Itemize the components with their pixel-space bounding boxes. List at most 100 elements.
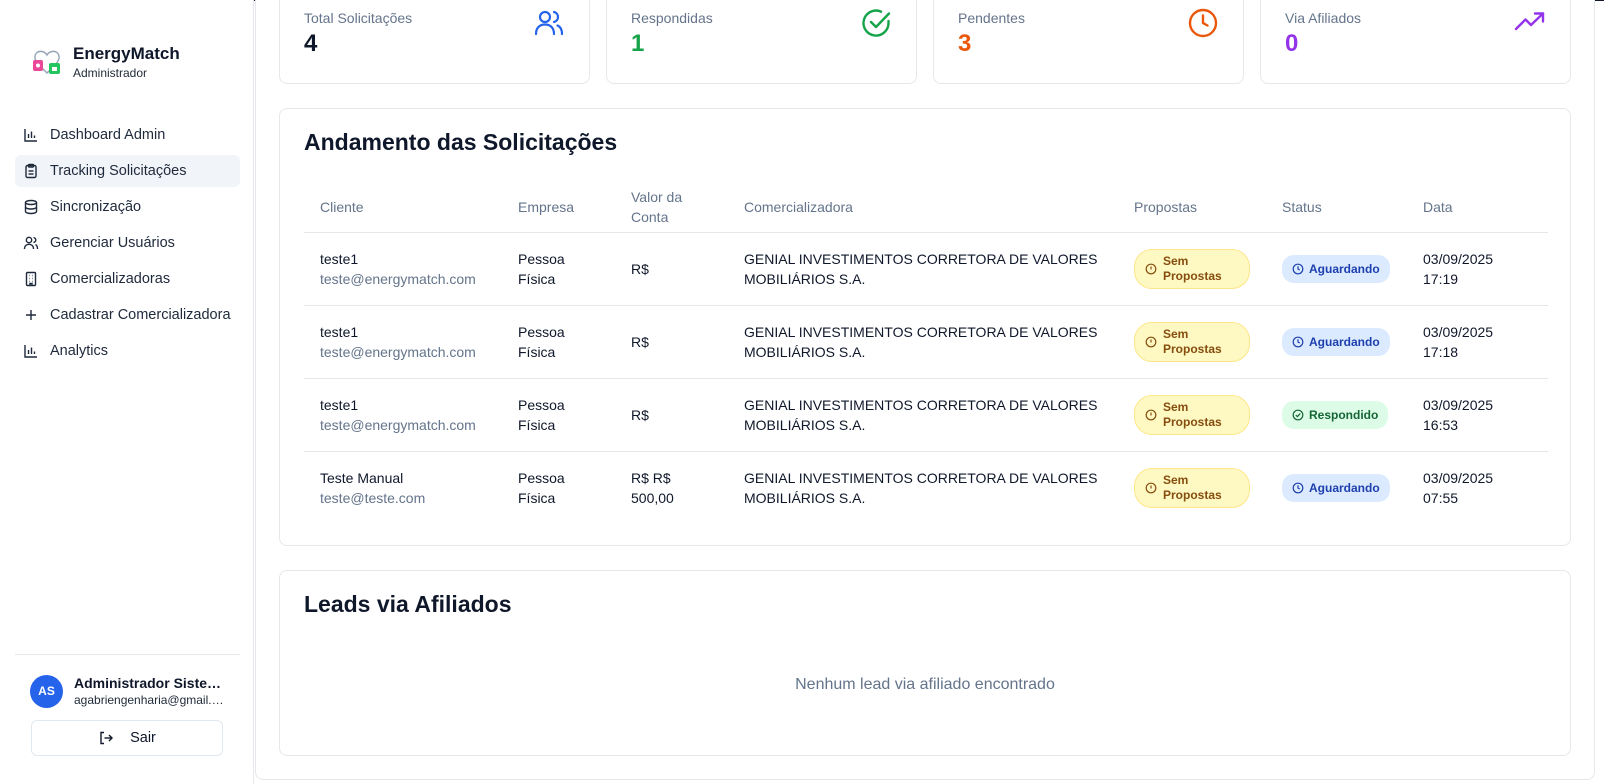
propostas-label: Sem Propostas: [1163, 472, 1222, 502]
status-label: Aguardando: [1309, 480, 1380, 495]
status-label: Respondido: [1309, 407, 1379, 422]
sidebar-item-comercializadoras[interactable]: Comercializadoras: [15, 263, 240, 295]
cell-cliente: teste1 teste@energymatch.com: [304, 232, 502, 306]
client-name: Teste Manual: [320, 469, 404, 486]
trending-up-icon: [1514, 12, 1545, 31]
sidebar-item-label: Cadastrar Comercializadora: [50, 307, 231, 323]
cell-comercializadora: GENIAL INVESTIMENTOS CORRETORA DE VALORE…: [728, 305, 1118, 379]
sidebar-item-label: Tracking Solicitações: [50, 163, 187, 179]
cell-empresa: Pessoa Física: [502, 305, 615, 379]
cell-data: 03/09/2025 07:55: [1407, 451, 1548, 524]
cell-valor: R$ R$ 500,00: [631, 469, 674, 506]
clock-icon: [1188, 8, 1218, 38]
table-row[interactable]: Teste Manual teste@teste.com Pessoa Físi…: [304, 451, 1548, 524]
cell-empresa: Pessoa Física: [502, 378, 615, 452]
propostas-badge: Sem Propostas: [1134, 467, 1250, 508]
sidebar-item-label: Analytics: [50, 343, 109, 359]
date-value: 03/09/2025: [1423, 396, 1494, 413]
cell-comercializadora: GENIAL INVESTIMENTOS CORRETORA DE VALORE…: [744, 469, 1098, 506]
column-header[interactable]: Empresa: [502, 182, 615, 233]
cell-comercializadora: GENIAL INVESTIMENTOS CORRETORA DE VALORE…: [728, 378, 1118, 452]
sidebar-item-dashboard-admin[interactable]: Dashboard Admin: [15, 119, 240, 151]
cell-cliente: teste1 teste@energymatch.com: [304, 305, 502, 379]
cell-valor: R$: [615, 305, 728, 379]
status-label: Aguardando: [1309, 334, 1380, 349]
cell-status: Aguardando: [1266, 305, 1407, 379]
column-header[interactable]: Propostas: [1118, 182, 1266, 233]
sidebar-item-gerenciar-usuarios[interactable]: Gerenciar Usuários: [15, 227, 240, 259]
sidebar-divider: [15, 654, 240, 655]
database-icon: [24, 199, 38, 215]
sidebar-item-label: Sincronização: [50, 199, 142, 215]
cell-cliente: teste1 teste@energymatch.com: [304, 378, 502, 452]
plus-icon: [26, 310, 36, 320]
cell-propostas: Sem Propostas: [1118, 305, 1266, 379]
brand-title: EnergyMatch: [73, 44, 180, 63]
tracking-table: Cliente Empresa Valor da Conta Comercial…: [304, 182, 1548, 524]
column-header[interactable]: Comercializadora: [728, 182, 1118, 233]
stat-card-via-afiliados: Via Afiliados 0: [1260, 0, 1571, 84]
status-label: Aguardando: [1309, 261, 1380, 276]
column-header[interactable]: Valor da Conta: [615, 182, 728, 233]
cell-empresa: Pessoa Física: [518, 469, 565, 506]
alert-circle-icon: [1145, 409, 1157, 420]
cell-propostas: Sem Propostas: [1118, 451, 1266, 524]
sidebar-item-tracking-solicitacoes[interactable]: Tracking Solicitações: [15, 155, 240, 187]
stat-card-pendentes: Pendentes 3: [933, 0, 1244, 84]
date-value: 03/09/2025: [1423, 323, 1494, 340]
sidebar-item-analytics[interactable]: Analytics: [15, 335, 240, 367]
stat-value: 3: [958, 30, 972, 57]
cell-data: 03/09/2025 17:19: [1407, 232, 1548, 306]
client-name: teste1: [320, 396, 359, 413]
propostas-badge: Sem Propostas: [1134, 394, 1250, 435]
cell-propostas: Sem Propostas: [1118, 378, 1266, 452]
status-badge: Respondido: [1282, 400, 1389, 429]
client-name: teste1: [320, 323, 359, 340]
column-header[interactable]: Data: [1407, 182, 1548, 233]
column-header[interactable]: Cliente: [304, 182, 502, 233]
cell-data: 03/09/2025 17:18: [1407, 305, 1548, 379]
sidebar: EnergyMatch Administrador Dashboard Admi…: [0, 0, 254, 784]
brand[interactable]: EnergyMatch Administrador: [30, 44, 180, 81]
cell-propostas: Sem Propostas: [1118, 232, 1266, 306]
client-email: teste@energymatch.com: [320, 270, 476, 287]
status-badge: Aguardando: [1282, 473, 1390, 502]
tracking-title: Andamento das Solicitações: [304, 129, 618, 155]
user-profile[interactable]: AS Administrador Sistema agabriengenhari…: [30, 674, 224, 708]
clock-icon: [1292, 336, 1304, 347]
sidebar-item-label: Gerenciar Usuários: [50, 235, 175, 251]
alert-circle-icon: [1145, 263, 1157, 274]
bar-chart-icon: [24, 129, 37, 142]
sidebar-nav: Dashboard Admin Tracking Solicitações Si…: [15, 119, 240, 371]
stat-label: Pendentes: [958, 10, 1025, 26]
propostas-label: Sem Propostas: [1163, 399, 1222, 429]
cell-valor: R$: [615, 378, 728, 452]
stat-label: Total Solicitações: [304, 10, 413, 26]
sidebar-item-cadastrar-comercializadora[interactable]: Cadastrar Comercializadora: [15, 299, 240, 331]
cell-status: Aguardando: [1266, 451, 1407, 524]
time-value: 07:55: [1423, 489, 1459, 506]
stat-label: Respondidas: [631, 10, 713, 26]
building-icon: [25, 271, 37, 287]
clipboard-icon: [25, 163, 37, 179]
table-row[interactable]: teste1 teste@energymatch.com Pessoa Físi…: [304, 378, 1548, 452]
cell-empresa: Pessoa Física: [502, 232, 615, 306]
client-name: teste1: [320, 250, 359, 267]
energymatch-logo: [33, 50, 60, 74]
sidebar-item-sincronizacao[interactable]: Sincronização: [15, 191, 240, 223]
stat-value: 4: [304, 30, 318, 57]
table-row[interactable]: teste1 teste@energymatch.com Pessoa Físi…: [304, 232, 1548, 306]
stat-card-respondidas: Respondidas 1: [606, 0, 917, 84]
logout-label: Sair: [130, 730, 156, 746]
alert-circle-icon: [1145, 482, 1157, 494]
users-icon: [23, 236, 39, 250]
stat-card-total: Total Solicitações 4: [279, 0, 590, 84]
cell-valor: R$: [615, 232, 728, 306]
logout-button[interactable]: Sair: [31, 720, 223, 756]
column-header[interactable]: Status: [1266, 182, 1407, 233]
sidebar-item-label: Comercializadoras: [50, 271, 171, 287]
stat-value: 0: [1285, 30, 1299, 57]
avatar: AS: [30, 674, 63, 708]
table-row[interactable]: teste1 teste@energymatch.com Pessoa Físi…: [304, 305, 1548, 379]
cell-cliente: Teste Manual teste@teste.com: [304, 451, 502, 524]
